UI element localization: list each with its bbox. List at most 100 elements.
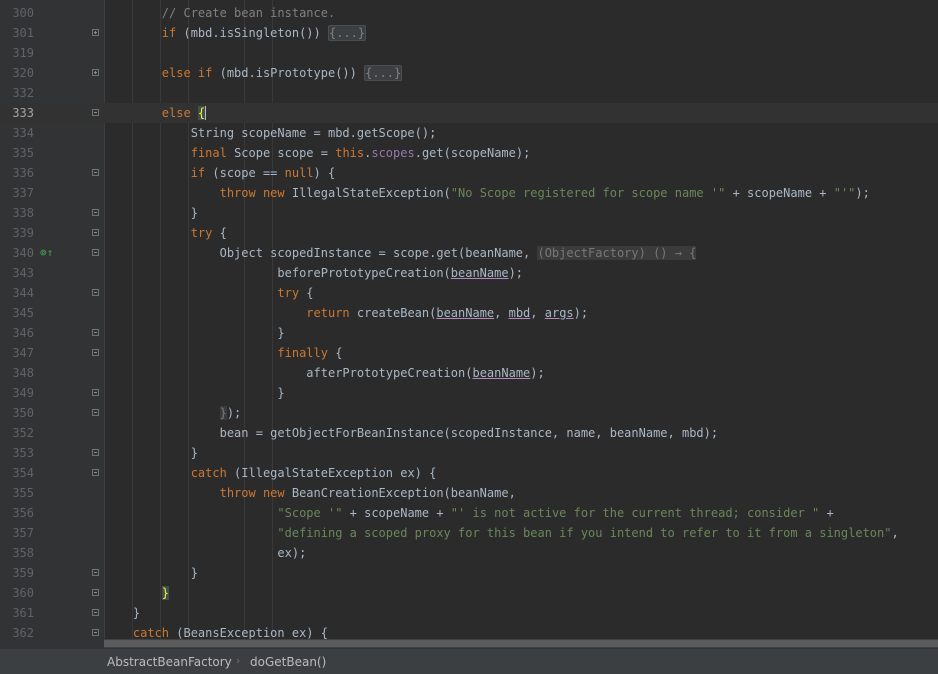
code-text[interactable]: } xyxy=(104,583,170,603)
code-line[interactable]: 358 ex); xyxy=(0,543,938,563)
code-line[interactable]: 338 } xyxy=(0,203,938,223)
collapse-fold-icon[interactable] xyxy=(92,249,99,256)
code-line[interactable]: 350 }); xyxy=(0,403,938,423)
code-text[interactable]: "defining a scoped proxy for this bean i… xyxy=(104,523,898,543)
line-number[interactable]: 335 xyxy=(0,143,34,163)
line-number[interactable]: 319 xyxy=(0,43,34,63)
line-number[interactable]: 333 xyxy=(0,103,34,123)
code-text[interactable]: if (scope == null) { xyxy=(104,163,336,183)
code-line[interactable]: 344 try { xyxy=(0,283,938,303)
collapse-fold-icon[interactable] xyxy=(92,469,99,476)
line-number[interactable]: 348 xyxy=(0,363,34,383)
code-line[interactable]: 320 else if (mbd.isPrototype()) {...} xyxy=(0,63,938,83)
line-number[interactable]: 339 xyxy=(0,223,34,243)
line-number[interactable]: 361 xyxy=(0,603,34,623)
line-number[interactable]: 301 xyxy=(0,23,34,43)
code-line[interactable]: 356 "Scope '" + scopeName + "' is not ac… xyxy=(0,503,938,523)
line-number[interactable]: 300 xyxy=(0,3,34,23)
breadcrumb-class[interactable]: AbstractBeanFactory xyxy=(107,655,232,669)
code-text[interactable]: } xyxy=(104,383,284,403)
code-text[interactable]: ex); xyxy=(104,543,306,563)
line-number[interactable]: 347 xyxy=(0,343,34,363)
code-text[interactable]: try { xyxy=(104,283,313,303)
code-line[interactable]: 346 } xyxy=(0,323,938,343)
code-line[interactable]: 355 throw new BeanCreationException(bean… xyxy=(0,483,938,503)
override-marker-icon[interactable]: ⊚↑ xyxy=(40,243,53,263)
collapse-fold-icon[interactable] xyxy=(92,569,99,576)
collapse-fold-icon[interactable] xyxy=(92,229,99,236)
line-number[interactable]: 360 xyxy=(0,583,34,603)
line-number[interactable]: 346 xyxy=(0,323,34,343)
line-number[interactable]: 349 xyxy=(0,383,34,403)
folded-code-block[interactable]: {...} xyxy=(327,25,367,41)
line-number[interactable]: 355 xyxy=(0,483,34,503)
code-line[interactable]: 345 return createBean(beanName, mbd, arg… xyxy=(0,303,938,323)
code-line[interactable]: 357 "defining a scoped proxy for this be… xyxy=(0,523,938,543)
code-line[interactable]: 352 bean = getObjectForBeanInstance(scop… xyxy=(0,423,938,443)
line-number[interactable]: 358 xyxy=(0,543,34,563)
code-line[interactable]: 353 } xyxy=(0,443,938,463)
line-number[interactable]: 340 xyxy=(0,243,34,263)
line-number[interactable]: 362 xyxy=(0,623,34,643)
code-text[interactable]: throw new IllegalStateException("No Scop… xyxy=(104,183,870,203)
code-text[interactable]: String scopeName = mbd.getScope(); xyxy=(104,123,437,143)
collapse-fold-icon[interactable] xyxy=(92,609,99,616)
collapse-fold-icon[interactable] xyxy=(92,449,99,456)
line-number[interactable]: 320 xyxy=(0,63,34,83)
code-text[interactable]: } xyxy=(104,203,198,223)
code-text[interactable]: "Scope '" + scopeName + "' is not active… xyxy=(104,503,833,523)
code-line[interactable]: 333 else { xyxy=(0,103,938,123)
code-text[interactable]: final Scope scope = this.scopes.get(scop… xyxy=(104,143,531,163)
code-line[interactable]: 359 } xyxy=(0,563,938,583)
collapse-fold-icon[interactable] xyxy=(92,589,99,596)
line-number[interactable]: 338 xyxy=(0,203,34,223)
line-number[interactable]: 359 xyxy=(0,563,34,583)
code-line[interactable]: 336 if (scope == null) { xyxy=(0,163,938,183)
code-text[interactable]: else { xyxy=(104,103,207,123)
line-number[interactable]: 352 xyxy=(0,423,34,443)
collapse-fold-icon[interactable] xyxy=(92,629,99,636)
collapse-fold-icon[interactable] xyxy=(92,409,99,416)
code-text[interactable]: catch (IllegalStateException ex) { xyxy=(104,463,437,483)
code-text[interactable]: } xyxy=(104,323,284,343)
code-text[interactable]: }); xyxy=(104,403,241,423)
code-lines[interactable]: 300 // Create bean instance. 301 if (mbd.… xyxy=(0,3,938,643)
line-number[interactable]: 350 xyxy=(0,403,34,423)
line-number[interactable]: 332 xyxy=(0,83,34,103)
code-text[interactable]: try { xyxy=(104,223,227,243)
code-text[interactable]: } xyxy=(104,563,198,583)
code-line[interactable]: 335 final Scope scope = this.scopes.get(… xyxy=(0,143,938,163)
code-line[interactable]: 347 finally { xyxy=(0,343,938,363)
code-line[interactable]: 349 } xyxy=(0,383,938,403)
code-text[interactable]: finally { xyxy=(104,343,342,363)
code-text[interactable]: bean = getObjectForBeanInstance(scopedIn… xyxy=(104,423,719,443)
line-number[interactable]: 344 xyxy=(0,283,34,303)
code-line[interactable]: 343 beforePrototypeCreation(beanName); xyxy=(0,263,938,283)
code-text[interactable]: if (mbd.isSingleton()) {...} xyxy=(104,23,367,43)
line-number[interactable]: 343 xyxy=(0,263,34,283)
expand-fold-icon[interactable] xyxy=(92,29,99,36)
code-text[interactable]: Object scopedInstance = scope.get(beanNa… xyxy=(104,243,697,263)
code-line[interactable]: 354 catch (IllegalStateException ex) { xyxy=(0,463,938,483)
collapse-fold-icon[interactable] xyxy=(92,389,99,396)
code-text[interactable]: } xyxy=(104,443,198,463)
line-number[interactable]: 356 xyxy=(0,503,34,523)
collapse-fold-icon[interactable] xyxy=(92,289,99,296)
line-number[interactable]: 353 xyxy=(0,443,34,463)
code-line[interactable]: 361 } xyxy=(0,603,938,623)
line-number[interactable]: 334 xyxy=(0,123,34,143)
code-line[interactable]: 360 } xyxy=(0,583,938,603)
code-line[interactable]: 300 // Create bean instance. xyxy=(0,3,938,23)
code-line[interactable]: 340 ⊚↑ Object scopedInstance = scope.get(… xyxy=(0,243,938,263)
code-text[interactable]: return createBean(beanName, mbd, args); xyxy=(104,303,588,323)
code-text[interactable]: } xyxy=(104,603,140,623)
code-text[interactable]: beforePrototypeCreation(beanName); xyxy=(104,263,523,283)
code-line[interactable]: 348 afterPrototypeCreation(beanName); xyxy=(0,363,938,383)
code-text[interactable]: // Create bean instance. xyxy=(104,3,335,23)
code-line[interactable]: 337 throw new IllegalStateException("No … xyxy=(0,183,938,203)
line-number[interactable]: 336 xyxy=(0,163,34,183)
code-line[interactable]: 301 if (mbd.isSingleton()) {...} xyxy=(0,23,938,43)
scrollbar-thumb[interactable] xyxy=(104,640,938,647)
code-text[interactable]: throw new BeanCreationException(beanName… xyxy=(104,483,516,503)
line-number[interactable]: 345 xyxy=(0,303,34,323)
